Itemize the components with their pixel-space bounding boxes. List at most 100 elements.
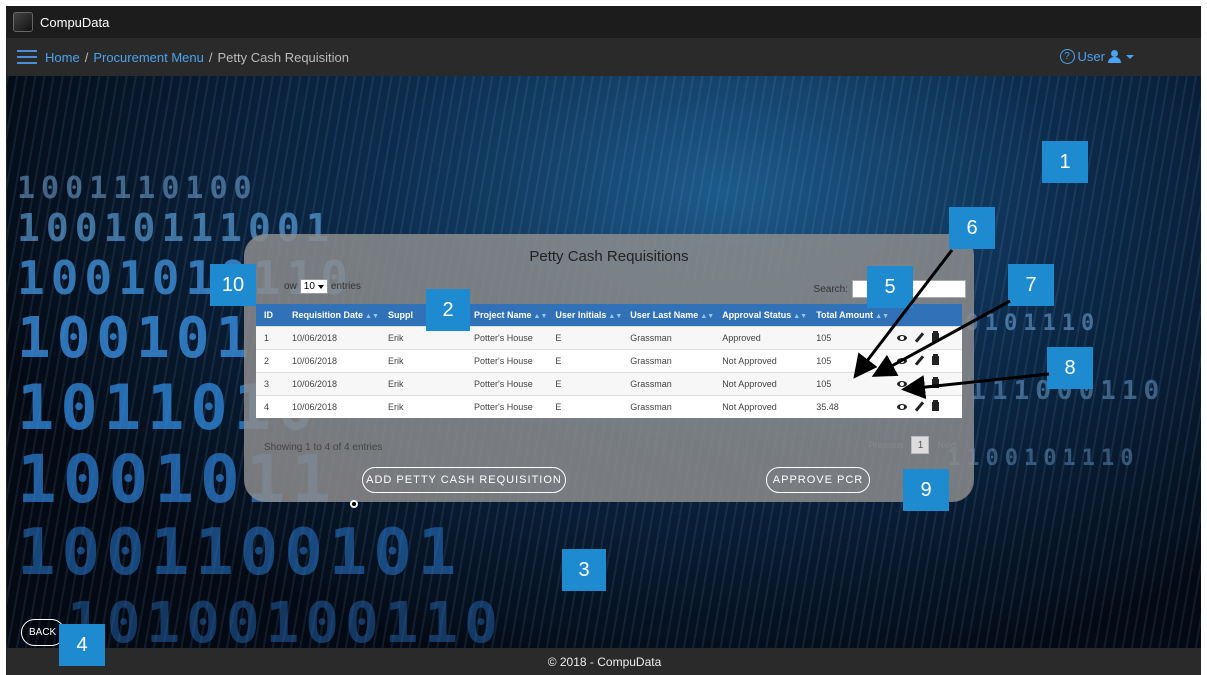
column-header-id[interactable]: ID bbox=[256, 304, 284, 326]
cell-amount: 35.48 bbox=[808, 394, 890, 418]
delete-icon[interactable] bbox=[932, 356, 940, 365]
sort-icon: ▲▼ bbox=[875, 312, 890, 320]
edit-icon[interactable] bbox=[914, 355, 925, 366]
cell-supplier: Erik bbox=[380, 394, 466, 418]
column-header-approval-status[interactable]: Approval Status ▲▼ bbox=[714, 304, 809, 326]
table-row: 2 10/06/2018 Erik Potter's House E Grass… bbox=[256, 348, 962, 372]
callout-marker-3: 3 bbox=[562, 549, 606, 591]
edit-icon[interactable] bbox=[914, 378, 925, 389]
background-digits: 10100100110 bbox=[67, 591, 504, 656]
cell-project: Potter's House bbox=[466, 325, 548, 349]
table-info: Showing 1 to 4 of 4 entries bbox=[264, 442, 383, 453]
table-header-row: ID Requisition Date ▲▼ Suppl Project Name… bbox=[256, 304, 962, 326]
sort-icon: ▲▼ bbox=[793, 312, 808, 320]
cell-last-name: Grassman bbox=[622, 394, 715, 418]
breadcrumb-home[interactable]: Home bbox=[45, 50, 80, 65]
requisitions-table: ID Requisition Date ▲▼ Suppl Project Name… bbox=[256, 304, 962, 418]
delete-icon[interactable] bbox=[932, 402, 940, 412]
pager-next[interactable]: Next bbox=[937, 440, 956, 450]
cell-date: 10/06/2018 bbox=[284, 394, 380, 418]
column-header-user-last-name[interactable]: User Last Name ▲▼ bbox=[622, 304, 715, 326]
sort-icon: ▲▼ bbox=[533, 312, 548, 320]
sort-icon: ▲▼ bbox=[700, 312, 715, 320]
column-header-user-initials[interactable]: User Initials ▲▼ bbox=[547, 304, 623, 326]
app-title: CompuData bbox=[40, 14, 110, 30]
edit-icon[interactable] bbox=[914, 332, 925, 343]
cell-date: 10/06/2018 bbox=[284, 348, 380, 372]
view-icon[interactable] bbox=[897, 380, 908, 387]
column-header-project-name[interactable]: Project Name ▲▼ bbox=[466, 304, 548, 326]
show-entries-prefix: ow bbox=[284, 281, 297, 292]
search-label: Search: bbox=[813, 283, 848, 295]
menu-icon[interactable] bbox=[17, 50, 37, 64]
user-label[interactable]: User bbox=[1078, 49, 1105, 64]
cell-last-name: Grassman bbox=[622, 325, 715, 349]
app-window: 1001110100 10010111001 1001010110 100101… bbox=[6, 6, 1201, 675]
cell-amount: 105 bbox=[808, 325, 890, 349]
delete-icon[interactable] bbox=[932, 333, 940, 342]
callout-marker-1: 1 bbox=[1042, 141, 1088, 183]
mouse-cursor-icon bbox=[350, 500, 358, 508]
cell-id: 3 bbox=[256, 371, 284, 395]
caret-down-icon bbox=[1126, 54, 1134, 59]
delete-icon[interactable] bbox=[932, 379, 940, 388]
callout-marker-7: 7 bbox=[1008, 264, 1054, 306]
sort-icon: ▲▼ bbox=[365, 312, 379, 320]
cell-initials: E bbox=[547, 394, 623, 418]
cell-initials: E bbox=[547, 348, 623, 372]
cell-id: 2 bbox=[256, 348, 284, 372]
cell-status: Not Approved bbox=[714, 348, 809, 372]
callout-marker-10: 10 bbox=[210, 264, 256, 306]
callout-marker-6: 6 bbox=[949, 207, 995, 249]
panel-title: Petty Cash Requisitions bbox=[529, 248, 689, 265]
cell-status: Not Approved bbox=[714, 394, 809, 418]
cell-supplier: Erik bbox=[380, 348, 466, 372]
pagination: Previous 1 Next bbox=[868, 436, 956, 454]
breadcrumb-current: Petty Cash Requisition bbox=[217, 49, 350, 65]
table-row: 4 10/06/2018 Erik Potter's House E Grass… bbox=[256, 394, 962, 418]
title-bar: CompuData bbox=[7, 6, 1201, 38]
cell-status: Not Approved bbox=[714, 371, 809, 395]
cell-date: 10/06/2018 bbox=[284, 325, 380, 349]
user-menu[interactable]: ? User bbox=[1059, 49, 1134, 64]
cell-last-name: Grassman bbox=[622, 371, 715, 395]
cell-initials: E bbox=[547, 371, 623, 395]
callout-marker-8: 8 bbox=[1047, 347, 1093, 389]
entries-value: 10 bbox=[303, 281, 315, 292]
edit-icon[interactable] bbox=[914, 401, 925, 412]
callout-marker-5: 5 bbox=[867, 266, 913, 308]
show-entries-suffix: entries bbox=[330, 281, 361, 292]
cell-id: 1 bbox=[256, 325, 284, 349]
cell-initials: E bbox=[547, 325, 623, 349]
help-icon[interactable]: ? bbox=[1059, 49, 1075, 64]
pager-previous[interactable]: Previous bbox=[868, 440, 903, 450]
user-icon bbox=[1108, 50, 1121, 63]
requisitions-panel: Petty Cash Requisitions ow 10 entries Se… bbox=[244, 234, 974, 502]
cell-project: Potter's House bbox=[466, 394, 548, 418]
sort-icon: ▲▼ bbox=[608, 312, 623, 320]
app-logo-icon bbox=[13, 12, 33, 32]
view-icon[interactable] bbox=[897, 357, 908, 364]
cell-amount: 105 bbox=[808, 371, 890, 395]
cell-status: Approved bbox=[714, 325, 809, 349]
add-petty-cash-requisition-button[interactable]: ADD PETTY CASH REQUISITION bbox=[362, 467, 566, 493]
pager-page-1[interactable]: 1 bbox=[911, 436, 930, 454]
table-row: 3 10/06/2018 Erik Potter's House E Grass… bbox=[256, 371, 962, 395]
view-icon[interactable] bbox=[897, 334, 908, 341]
approve-pcr-button[interactable]: APPROVE PCR bbox=[766, 467, 870, 493]
footer: © 2018 - CompuData bbox=[7, 648, 1201, 675]
view-icon[interactable] bbox=[897, 403, 908, 410]
cell-date: 10/06/2018 bbox=[284, 371, 380, 395]
column-header-requisition-date[interactable]: Requisition Date ▲▼ bbox=[284, 304, 380, 326]
callout-marker-9: 9 bbox=[903, 469, 949, 511]
dropdown-arrow-icon bbox=[317, 284, 324, 289]
show-entries: ow 10 entries bbox=[284, 279, 361, 294]
breadcrumb-separator: / bbox=[208, 49, 213, 65]
cell-last-name: Grassman bbox=[622, 348, 715, 372]
entries-select[interactable]: 10 bbox=[299, 279, 328, 294]
cell-id: 4 bbox=[256, 394, 284, 418]
background-digits: 1100101110 bbox=[947, 446, 1140, 471]
cell-project: Potter's House bbox=[466, 371, 548, 395]
breadcrumb-procurement-menu[interactable]: Procurement Menu bbox=[93, 50, 204, 65]
breadcrumb-separator: / bbox=[84, 49, 89, 65]
